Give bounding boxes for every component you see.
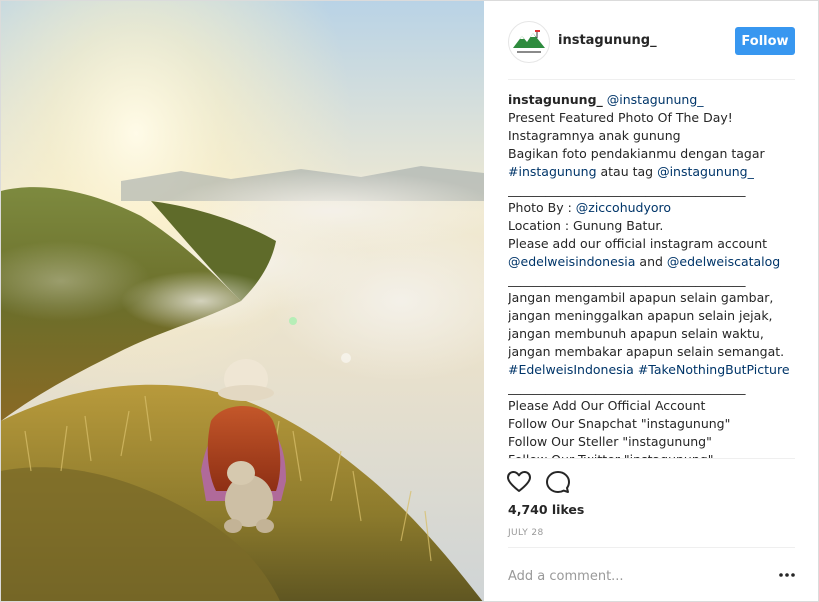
more-options-icon[interactable]: [777, 566, 797, 584]
post-date[interactable]: JULY 28: [508, 528, 544, 538]
caption-text-segment: Please Add Our Official Account: [508, 398, 706, 413]
caption-text-segment: and: [635, 254, 667, 269]
post-side-panel: instagunung_ Follow instagunung_ @instag…: [484, 1, 818, 601]
post-header: instagunung_ Follow: [484, 1, 818, 79]
caption-link[interactable]: #TakeNothingButPicture: [638, 362, 790, 377]
caption-link[interactable]: #instagunung: [508, 164, 597, 179]
caption-text-segment: Instagramnya anak gunung: [508, 128, 681, 143]
comment-input[interactable]: [508, 567, 758, 585]
caption-link[interactable]: @instagunung_: [657, 164, 754, 179]
caption-text-segment: atau tag: [596, 164, 658, 179]
follow-button[interactable]: Follow: [735, 27, 795, 55]
caption-line: jangan membakar apapun selain semangat.: [508, 343, 795, 361]
header-divider: [508, 79, 795, 80]
caption-username[interactable]: instagunung_: [508, 92, 603, 107]
caption-line: jangan membunuh apapun selain waktu,: [508, 325, 795, 343]
caption-line: Present Featured Photo Of The Day!: [508, 109, 795, 127]
post-dialog: instagunung_ Follow instagunung_ @instag…: [0, 0, 819, 602]
post-author-username[interactable]: instagunung_: [558, 33, 657, 48]
caption-text-segment: Location : Gunung Batur.: [508, 218, 664, 233]
comment-divider: [508, 547, 795, 548]
caption-line: Location : Gunung Batur.: [508, 217, 795, 235]
caption-text-segment: Please add our official instagram accoun…: [508, 236, 768, 251]
mountain-logo-icon: [513, 30, 545, 53]
caption-divider: [508, 458, 795, 459]
caption-text-segment: Follow Our Steller "instagunung": [508, 434, 712, 449]
caption-line: Please add our official instagram accoun…: [508, 235, 795, 253]
caption-text: instagunung_ @instagunung_ Present Featur…: [508, 91, 795, 458]
caption-line: Follow Our Twitter "instagunung": [508, 451, 795, 458]
caption-line: #EdelweisIndonesia #TakeNothingButPictur…: [508, 361, 795, 379]
caption-link[interactable]: #EdelweisIndonesia: [508, 362, 634, 377]
caption-text-segment: ______________________________________: [508, 272, 746, 287]
caption-text-segment: ______________________________________: [508, 182, 746, 197]
comment-icon[interactable]: [545, 469, 571, 495]
post-photo[interactable]: [1, 1, 484, 601]
caption-line: #instagunung atau tag @instagunung_: [508, 163, 795, 181]
caption-text-segment: Follow Our Snapchat "instagunung": [508, 416, 731, 431]
caption-text-segment: Bagikan foto pendakianmu dengan tagar: [508, 146, 765, 161]
caption-line: jangan meninggalkan apapun selain jejak,: [508, 307, 795, 325]
caption-link[interactable]: @edelweiscatalog: [667, 254, 780, 269]
caption-line: Please Add Our Official Account: [508, 397, 795, 415]
caption-line: ______________________________________: [508, 181, 795, 199]
caption-line: instagunung_ @instagunung_: [508, 91, 795, 109]
caption-text-segment: Present Featured Photo Of The Day!: [508, 110, 733, 125]
avatar[interactable]: [508, 21, 550, 63]
caption-line: ______________________________________: [508, 379, 795, 397]
caption-text-segment: jangan membakar apapun selain semangat.: [508, 344, 785, 359]
caption-line: Instagramnya anak gunung: [508, 127, 795, 145]
caption-line: Jangan mengambil apapun selain gambar,: [508, 289, 795, 307]
caption-link[interactable]: @instagunung_: [607, 92, 704, 107]
caption-link[interactable]: @edelweisindonesia: [508, 254, 635, 269]
likes-count[interactable]: 4,740 likes: [508, 502, 584, 517]
caption-link[interactable]: @ziccohudyoro: [576, 200, 671, 215]
caption-text-segment: ______________________________________: [508, 380, 746, 395]
heart-icon[interactable]: [506, 469, 532, 495]
caption-line: Bagikan foto pendakianmu dengan tagar: [508, 145, 795, 163]
mountain-landscape-image: [1, 1, 484, 601]
caption-text-segment: Jangan mengambil apapun selain gambar,: [508, 290, 774, 305]
caption-text-segment: jangan membunuh apapun selain waktu,: [508, 326, 764, 341]
caption-line: ______________________________________: [508, 271, 795, 289]
caption-line: Follow Our Snapchat "instagunung": [508, 415, 795, 433]
caption-text-segment: jangan meninggalkan apapun selain jejak,: [508, 308, 773, 323]
caption-line: Photo By : @ziccohudyoro: [508, 199, 795, 217]
caption-line: Follow Our Steller "instagunung": [508, 433, 795, 451]
caption-text-segment: Photo By :: [508, 200, 576, 215]
caption-line: @edelweisindonesia and @edelweiscatalog: [508, 253, 795, 271]
